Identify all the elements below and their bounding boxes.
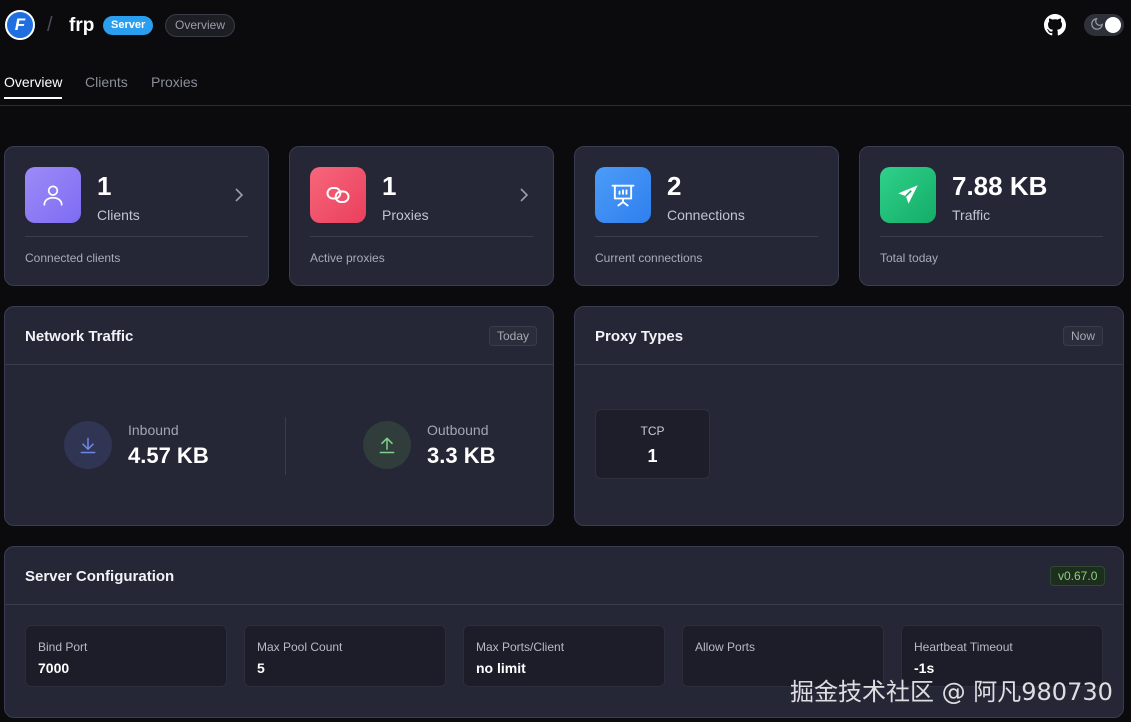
period-tag: Now <box>1063 326 1104 346</box>
nav-tabs: Overview Clients Proxies <box>0 62 1131 106</box>
proxies-label: Proxies <box>382 207 429 223</box>
proxy-types-panel: Proxy Types Now TCP 1 <box>574 306 1124 526</box>
server-badge: Server <box>103 16 154 35</box>
outbound-value: 3.3 KB <box>427 443 496 468</box>
panel-title: Network Traffic <box>25 328 134 345</box>
panel-title: Server Configuration <box>25 568 175 585</box>
config-item-max-ports-client: Max Ports/Client no limit <box>463 625 665 687</box>
github-icon[interactable] <box>1044 14 1066 36</box>
proxy-type-item: TCP 1 <box>595 409 710 479</box>
stat-card-traffic: 7.88 KB Traffic Total today <box>859 146 1124 286</box>
config-key: Max Ports/Client <box>476 640 565 654</box>
config-key: Allow Ports <box>695 640 756 654</box>
card-divider <box>880 236 1103 237</box>
card-divider <box>310 236 533 237</box>
arrow-up-icon <box>363 421 411 469</box>
stat-card-clients[interactable]: 1 Clients Connected clients <box>4 146 269 286</box>
connections-count: 2 <box>667 171 682 201</box>
connections-label: Connections <box>667 207 745 223</box>
active-tab-indicator <box>4 97 62 99</box>
proxies-count: 1 <box>382 171 397 201</box>
config-key: Heartbeat Timeout <box>914 640 1013 654</box>
arrow-down-icon <box>64 421 112 469</box>
traffic-separator <box>285 417 286 475</box>
header-separator: / <box>47 14 53 36</box>
traffic-value: 7.88 KB <box>952 171 1048 201</box>
presentation-icon <box>595 167 651 223</box>
link-icon <box>310 167 366 223</box>
toggle-knob <box>1105 17 1121 33</box>
tab-clients[interactable]: Clients <box>85 74 128 90</box>
stat-card-proxies[interactable]: 1 Proxies Active proxies <box>289 146 554 286</box>
clients-label: Clients <box>97 207 140 223</box>
app-name: frp <box>69 15 95 36</box>
config-value: no limit <box>476 660 526 676</box>
tab-proxies[interactable]: Proxies <box>151 74 198 90</box>
moon-icon <box>1091 18 1103 30</box>
page-badge: Overview <box>165 14 236 37</box>
user-icon <box>25 167 81 223</box>
watermark: 掘金技术社区 @ 阿凡980730 <box>790 678 1113 706</box>
theme-toggle[interactable] <box>1084 14 1124 36</box>
inbound-value: 4.57 KB <box>128 443 209 468</box>
config-value: 5 <box>257 660 265 676</box>
traffic-label: Traffic <box>952 207 991 223</box>
panel-title: Proxy Types <box>595 328 684 345</box>
frp-logo[interactable]: F <box>5 10 35 40</box>
period-tag: Today <box>489 326 538 346</box>
send-icon <box>880 167 936 223</box>
proxy-type-count: 1 <box>647 446 658 466</box>
traffic-subtitle: Total today <box>880 251 939 265</box>
config-key: Bind Port <box>38 640 88 654</box>
top-bar: F / frp Server Overview <box>0 0 1131 52</box>
panel-divider <box>575 364 1123 365</box>
connections-subtitle: Current connections <box>595 251 703 265</box>
version-badge: v0.67.0 <box>1050 566 1106 586</box>
proxies-subtitle: Active proxies <box>310 251 385 265</box>
inbound-label: Inbound <box>128 422 179 438</box>
proxy-type-name: TCP <box>640 424 665 438</box>
card-divider <box>595 236 818 237</box>
chevron-right-icon[interactable] <box>233 187 245 203</box>
card-divider <box>25 236 248 237</box>
stat-card-connections: 2 Connections Current connections <box>574 146 839 286</box>
config-item-max-pool-count: Max Pool Count 5 <box>244 625 446 687</box>
panel-divider <box>5 604 1123 605</box>
clients-subtitle: Connected clients <box>25 251 121 265</box>
outbound-label: Outbound <box>427 422 489 438</box>
chevron-right-icon[interactable] <box>518 187 530 203</box>
config-value: 7000 <box>38 660 70 676</box>
tab-overview[interactable]: Overview <box>4 74 62 90</box>
config-item-bind-port: Bind Port 7000 <box>25 625 227 687</box>
network-traffic-panel: Network Traffic Today Inbound 4.57 KB Ou… <box>4 306 554 526</box>
panel-divider <box>5 364 553 365</box>
config-key: Max Pool Count <box>257 640 343 654</box>
clients-count: 1 <box>97 171 112 201</box>
